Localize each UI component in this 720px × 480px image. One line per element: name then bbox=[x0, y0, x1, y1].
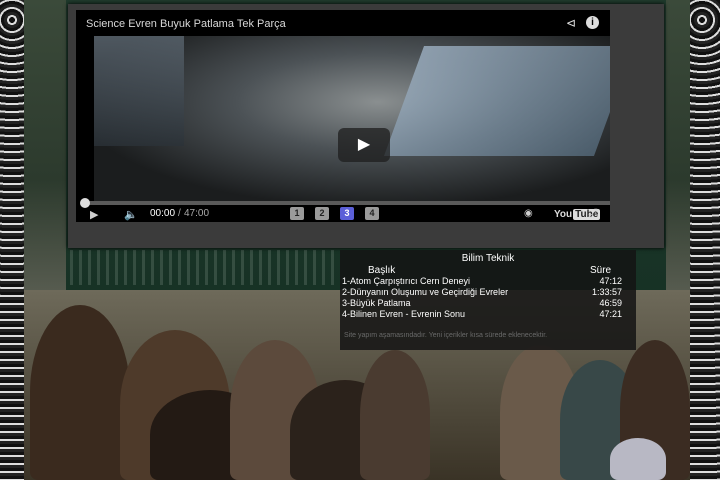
playlist-item-title[interactable]: 2-Dünyanın Oluşumu ve Geçirdiği Evreler bbox=[342, 287, 508, 297]
playlist-item[interactable]: 3-Büyük Patlama 46:59 bbox=[340, 298, 630, 309]
video-frame-sky bbox=[383, 46, 610, 156]
old-man-figure bbox=[610, 438, 666, 480]
video-player[interactable]: Science Evren Buyuk Patlama Tek Parça ⊲ … bbox=[76, 10, 610, 222]
annotations-icon[interactable]: ◉ bbox=[524, 208, 533, 219]
video-frame[interactable]: ▶ bbox=[94, 36, 610, 201]
part-button-3[interactable]: 3 bbox=[340, 207, 354, 220]
part-button-2[interactable]: 2 bbox=[315, 207, 329, 220]
playlist-item-duration: 47:12 bbox=[599, 276, 622, 286]
playlist-col-duration: Süre bbox=[590, 265, 612, 276]
playlist-item-title[interactable]: 4-Bilinen Evren - Evrenin Sonu bbox=[342, 309, 465, 319]
chalkboard-writing bbox=[70, 250, 340, 285]
youtube-logo-you: You bbox=[554, 209, 573, 220]
ornamental-border-right bbox=[690, 0, 720, 480]
video-frame-shadow bbox=[94, 36, 184, 146]
info-icon[interactable]: i bbox=[586, 16, 599, 29]
playlist-item[interactable]: 1-Atom Çarpıştırıcı Cern Deneyi 47:12 bbox=[340, 276, 630, 287]
playlist-item-title[interactable]: 3-Büyük Patlama bbox=[342, 298, 411, 308]
share-icon[interactable]: ⊲ bbox=[566, 16, 576, 30]
video-panel: Science Evren Buyuk Patlama Tek Parça ⊲ … bbox=[68, 4, 664, 248]
ornamental-border-left bbox=[0, 0, 24, 480]
player-controls: ▶ 🔈 00:00 / 47:00 1 2 3 4 ◉ You Tube ⤢ bbox=[76, 205, 610, 225]
play-icon[interactable]: ▶ bbox=[90, 208, 98, 221]
playlist-item-duration: 47:21 bbox=[599, 309, 622, 319]
time-separator: / bbox=[178, 208, 181, 219]
student-silhouette bbox=[360, 350, 430, 480]
part-button-4[interactable]: 4 bbox=[365, 207, 379, 220]
playlist-item[interactable]: 2-Dünyanın Oluşumu ve Geçirdiği Evreler … bbox=[340, 287, 630, 298]
time-total: 47:00 bbox=[184, 208, 210, 219]
playlist-title: Bilim Teknik bbox=[461, 253, 515, 264]
time-current: 00:00 bbox=[150, 208, 176, 219]
playlist-item-duration: 1:33:57 bbox=[591, 287, 622, 297]
part-button-1[interactable]: 1 bbox=[290, 207, 304, 220]
playlist-item-duration: 46:59 bbox=[599, 298, 622, 308]
playlist-item-title[interactable]: 1-Atom Çarpıştırıcı Cern Deneyi bbox=[342, 276, 470, 286]
playlist-panel: Bilim Teknik Başlık Süre 1-Atom Çarpıştı… bbox=[340, 250, 636, 350]
playlist-col-title: Başlık bbox=[368, 265, 396, 276]
fullscreen-icon[interactable]: ⤢ bbox=[588, 206, 598, 221]
volume-icon[interactable]: 🔈 bbox=[124, 208, 138, 221]
play-button-overlay[interactable]: ▶ bbox=[338, 128, 390, 162]
site-notice: Site yapım aşamasındadır. Yeni içerikler… bbox=[344, 332, 548, 339]
playlist-item[interactable]: 4-Bilinen Evren - Evrenin Sonu 47:21 bbox=[340, 309, 630, 320]
video-title[interactable]: Science Evren Buyuk Patlama Tek Parça bbox=[86, 18, 286, 30]
student-silhouette bbox=[30, 305, 130, 480]
